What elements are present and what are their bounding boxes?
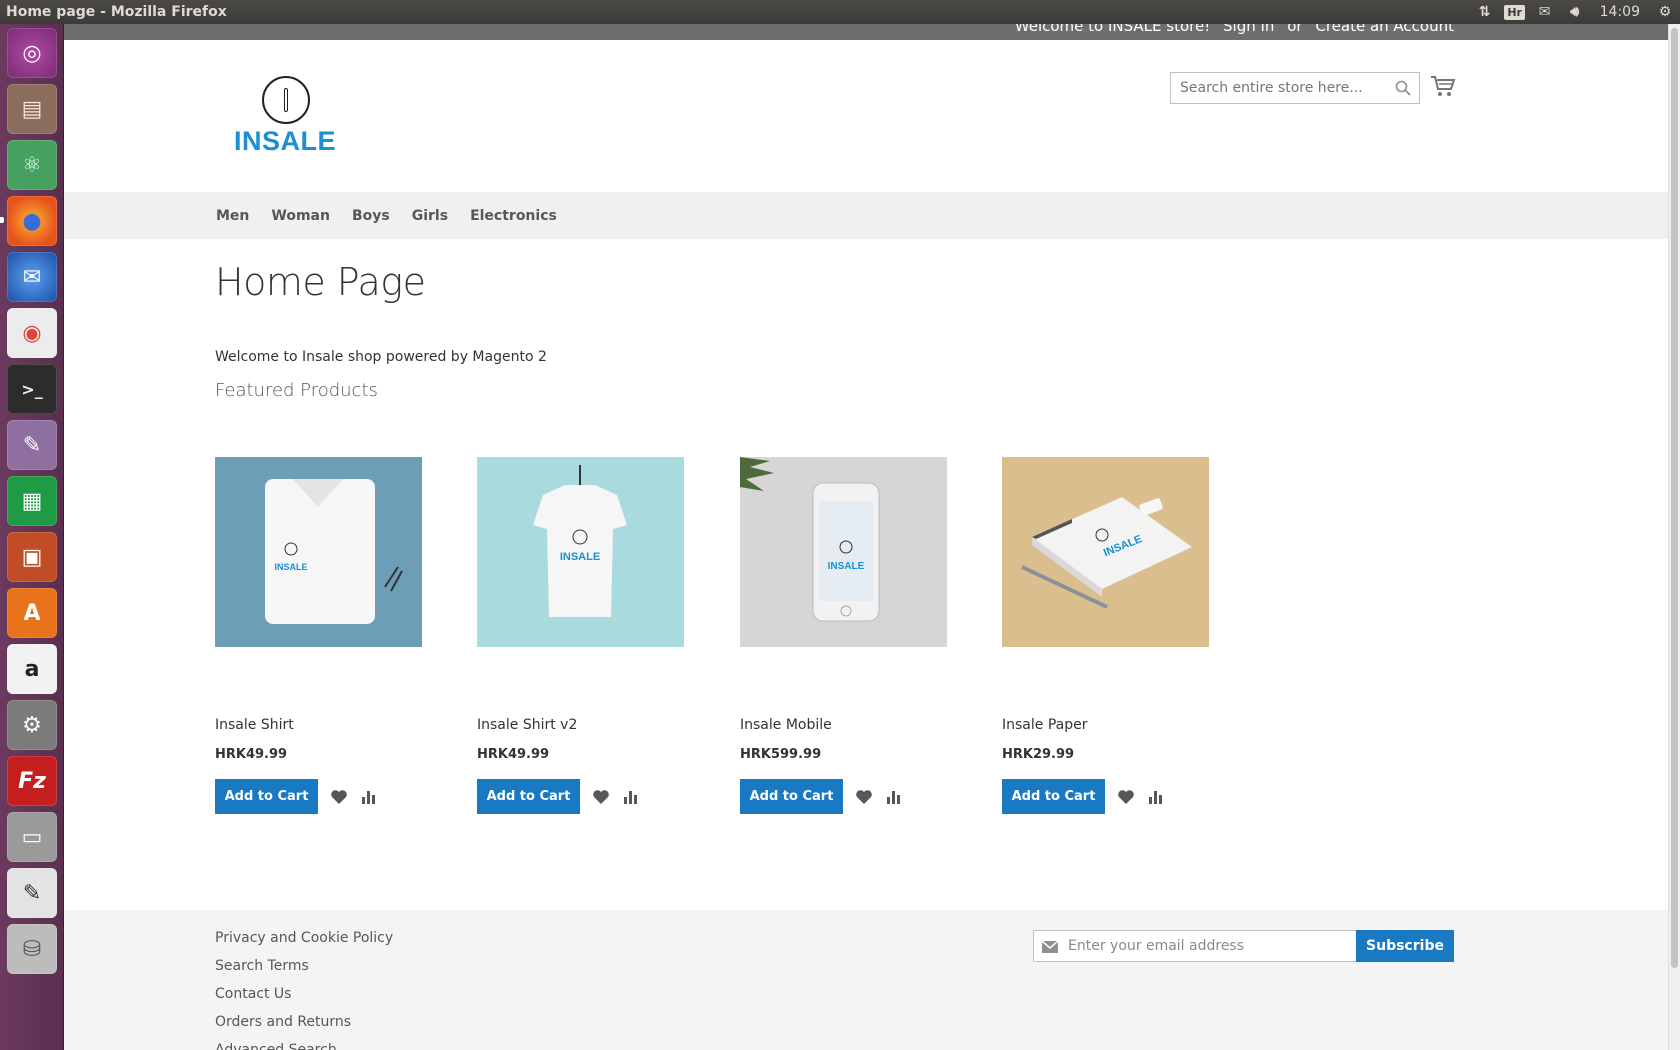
calc-icon[interactable]: ▦ bbox=[7, 476, 57, 526]
atom-icon[interactable]: ⚛ bbox=[7, 140, 57, 190]
scrollbar-thumb[interactable] bbox=[1671, 28, 1678, 968]
clock[interactable]: 14:09 bbox=[1590, 0, 1650, 24]
compare-icon[interactable] bbox=[886, 789, 902, 805]
add-to-cart-button[interactable]: Add to Cart bbox=[1002, 779, 1105, 814]
store-logo[interactable]: INSALE bbox=[234, 76, 337, 186]
product-image[interactable]: INSALE bbox=[1002, 457, 1209, 647]
svg-text:INSALE: INSALE bbox=[560, 551, 600, 563]
disks-icon[interactable]: ⛁ bbox=[7, 924, 57, 974]
system-top-bar: Home page - Mozilla Firefox ⇅ Hr ✉ 🔊︎ 14… bbox=[0, 0, 1680, 24]
logo-text: INSALE bbox=[234, 126, 337, 156]
launcher: ◎ ▤ ⚛ ● ✉ ◉ >_ ✎ ▦ ▣ A a ⚙ Fz ▭ ✎ ⛁ bbox=[0, 24, 64, 1050]
newsletter-form: Subscribe bbox=[1033, 930, 1454, 962]
product-price: HRK29.99 bbox=[1002, 747, 1075, 762]
newsletter-email-input[interactable] bbox=[1068, 931, 1348, 961]
sign-in-link[interactable]: Sign In bbox=[1223, 24, 1274, 35]
product-price: HRK49.99 bbox=[215, 747, 288, 762]
product-item: INSALE Insale Mobile HRK599.99 Add to Ca… bbox=[740, 457, 948, 814]
footer-link-contact[interactable]: Contact Us bbox=[215, 984, 393, 1012]
footer-link-search-terms[interactable]: Search Terms bbox=[215, 956, 393, 984]
product-name[interactable]: Insale Shirt v2 bbox=[477, 717, 577, 733]
nav-item-electronics[interactable]: Electronics bbox=[470, 208, 557, 224]
compare-icon[interactable] bbox=[361, 789, 377, 805]
software-center-icon[interactable]: A bbox=[7, 588, 57, 638]
search-input[interactable] bbox=[1171, 73, 1381, 103]
product-image[interactable]: INSALE bbox=[477, 457, 684, 647]
heart-icon[interactable] bbox=[592, 789, 610, 805]
nav-item-boys[interactable]: Boys bbox=[352, 208, 390, 224]
svg-text:INSALE: INSALE bbox=[828, 561, 865, 572]
nav-item-girls[interactable]: Girls bbox=[412, 208, 448, 224]
main-navigation: Men Woman Boys Girls Electronics bbox=[64, 192, 1668, 239]
heart-icon[interactable] bbox=[330, 789, 348, 805]
terminal-icon[interactable]: >_ bbox=[7, 364, 57, 414]
nav-item-men[interactable]: Men bbox=[216, 208, 249, 224]
product-item: INSALE Insale Shirt v2 HRK49.99 Add to C… bbox=[477, 457, 685, 814]
search-box[interactable] bbox=[1170, 72, 1420, 104]
product-name[interactable]: Insale Paper bbox=[1002, 717, 1087, 733]
featured-heading: Featured Products bbox=[215, 380, 378, 401]
system-settings-icon[interactable]: ⚙ bbox=[7, 700, 57, 750]
filezilla-icon[interactable]: Fz bbox=[7, 756, 57, 806]
compare-icon[interactable] bbox=[623, 789, 639, 805]
panel-header: Welcome to INSALE store! Sign In or Crea… bbox=[64, 24, 1668, 40]
add-to-cart-button[interactable]: Add to Cart bbox=[740, 779, 843, 814]
thunderbird-icon[interactable]: ✉ bbox=[7, 252, 57, 302]
svg-text:INSALE: INSALE bbox=[274, 562, 307, 572]
page-footer: Privacy and Cookie Policy Search Terms C… bbox=[64, 910, 1668, 1050]
newsletter-field[interactable] bbox=[1033, 930, 1357, 962]
product-image[interactable]: INSALE bbox=[740, 457, 947, 647]
cart-icon[interactable] bbox=[1430, 74, 1456, 98]
product-item: INSALE Insale Shirt HRK49.99 Add to Cart bbox=[215, 457, 423, 814]
footer-link-orders[interactable]: Orders and Returns bbox=[215, 1012, 393, 1040]
volume-icon[interactable]: 🔊︎ bbox=[1560, 0, 1590, 24]
product-item: INSALE Insale Paper HRK29.99 Add to Cart bbox=[1002, 457, 1210, 814]
impress-icon[interactable]: ▣ bbox=[7, 532, 57, 582]
welcome-text: Welcome to Insale shop powered by Magent… bbox=[215, 349, 547, 365]
product-image[interactable]: INSALE bbox=[215, 457, 422, 647]
scanner-icon[interactable]: ▭ bbox=[7, 812, 57, 862]
network-icon[interactable]: ⇅ bbox=[1470, 0, 1500, 24]
footer-link-advanced-search[interactable]: Advanced Search bbox=[215, 1040, 393, 1050]
window-title: Home page - Mozilla Firefox bbox=[6, 4, 227, 20]
files-icon[interactable]: ▤ bbox=[7, 84, 57, 134]
page-scrollbar[interactable] bbox=[1668, 24, 1680, 1050]
heart-icon[interactable] bbox=[1117, 789, 1135, 805]
envelope-icon bbox=[1042, 941, 1058, 953]
product-price: HRK599.99 bbox=[740, 747, 822, 762]
add-to-cart-button[interactable]: Add to Cart bbox=[477, 779, 580, 814]
chrome-icon[interactable]: ◉ bbox=[7, 308, 57, 358]
mail-icon[interactable]: ✉ bbox=[1530, 0, 1560, 24]
heart-icon[interactable] bbox=[855, 789, 873, 805]
nav-item-woman[interactable]: Woman bbox=[271, 208, 330, 224]
or-text: or bbox=[1287, 24, 1303, 35]
keyboard-layout-indicator[interactable]: Hr bbox=[1500, 0, 1530, 24]
firefox-icon[interactable]: ● bbox=[7, 196, 57, 246]
create-account-link[interactable]: Create an Account bbox=[1315, 24, 1454, 35]
web-page: Welcome to INSALE store! Sign In or Crea… bbox=[64, 24, 1668, 1050]
compare-icon[interactable] bbox=[1148, 789, 1164, 805]
add-to-cart-button[interactable]: Add to Cart bbox=[215, 779, 318, 814]
page-title: Home Page bbox=[215, 260, 426, 304]
gimp-icon[interactable]: ✎ bbox=[7, 420, 57, 470]
ubuntu-dash-icon[interactable]: ◎ bbox=[7, 28, 57, 78]
product-name[interactable]: Insale Mobile bbox=[740, 717, 832, 733]
welcome-message: Welcome to INSALE store! bbox=[1014, 24, 1211, 35]
running-indicator bbox=[0, 217, 4, 223]
product-name[interactable]: Insale Shirt bbox=[215, 717, 294, 733]
gear-icon[interactable]: ⚙ bbox=[1650, 0, 1680, 24]
subscribe-button[interactable]: Subscribe bbox=[1356, 930, 1454, 962]
product-price: HRK49.99 bbox=[477, 747, 550, 762]
footer-link-privacy[interactable]: Privacy and Cookie Policy bbox=[215, 928, 393, 956]
search-icon[interactable] bbox=[1395, 80, 1411, 96]
text-editor-icon[interactable]: ✎ bbox=[7, 868, 57, 918]
amazon-icon[interactable]: a bbox=[7, 644, 57, 694]
